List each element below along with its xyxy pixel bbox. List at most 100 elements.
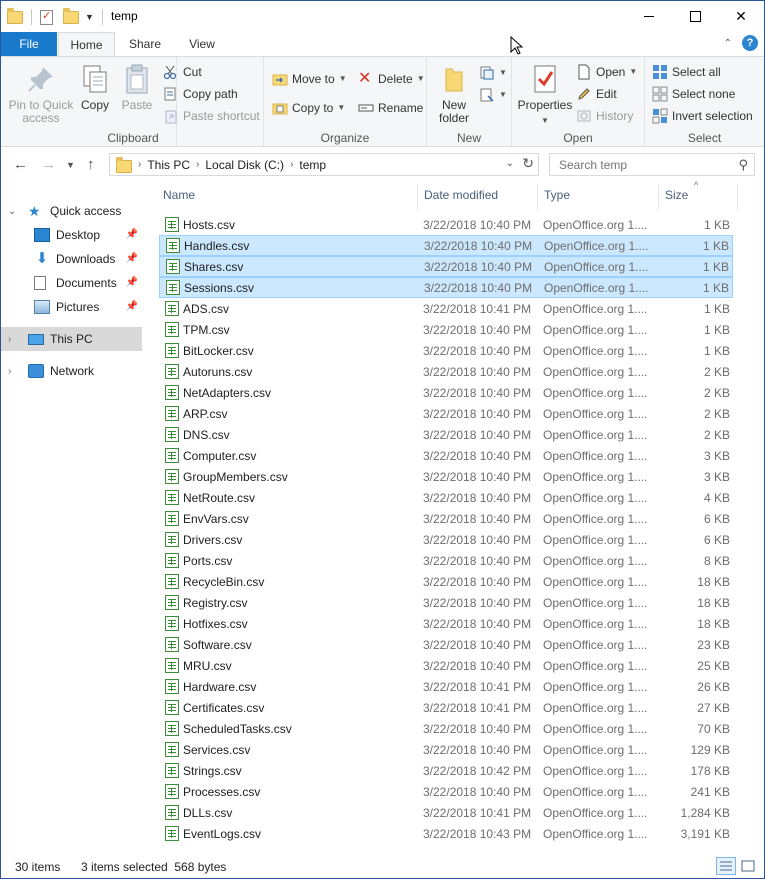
file-row[interactable]: EventLogs.csv 3/22/2018 10:43 PM OpenOffic… [159,823,733,844]
collapse-ribbon-icon[interactable]: ⌃ [724,38,732,49]
file-row[interactable]: ScheduledTasks.csv 3/22/2018 10:40 PM Open… [159,718,733,739]
file-row[interactable]: Hosts.csv 3/22/2018 10:40 PM OpenOffice.or… [159,214,733,235]
column-separator[interactable] [537,184,538,210]
file-row[interactable]: Hotfixes.csv 3/22/2018 10:40 PM OpenOffice… [159,613,733,634]
search-icon[interactable]: ⚲ [738,157,748,173]
pin-icon[interactable]: 📌 [126,253,138,264]
file-row[interactable]: Sessions.csv 3/22/2018 10:40 PM OpenOffice… [159,277,733,298]
file-row[interactable]: DLLs.csv 3/22/2018 10:41 PM OpenOffice.org… [159,802,733,823]
paste-shortcut-button[interactable]: Paste shortcut [163,106,260,126]
file-name[interactable]: Services.csv [183,743,250,757]
file-row[interactable]: Software.csv 3/22/2018 10:40 PM OpenOffice… [159,634,733,655]
file-name[interactable]: GroupMembers.csv [183,470,288,484]
file-row[interactable]: Processes.csv 3/22/2018 10:40 PM OpenOffic… [159,781,733,802]
paste-button[interactable]: Paste [117,63,157,112]
file-row[interactable]: EnvVars.csv 3/22/2018 10:40 PM OpenOffice.… [159,508,733,529]
file-name[interactable]: NetAdapters.csv [183,386,271,400]
file-name[interactable]: Hosts.csv [183,218,235,232]
copy-to-button[interactable]: Copy to ▼ [272,98,345,118]
file-name[interactable]: BitLocker.csv [183,344,254,358]
pin-to-quick-access-button[interactable]: Pin to Quick access [7,63,75,125]
address-bar[interactable]: › This PC › Local Disk (C:) › temp ⌄ ↻ [109,153,539,176]
file-name[interactable]: TPM.csv [183,323,230,337]
breadcrumb-this-pc[interactable]: This PC [147,158,190,172]
breadcrumb-separator[interactable]: › [138,159,141,170]
copy-button[interactable]: Copy [77,63,113,112]
file-name[interactable]: Processes.csv [183,785,260,799]
file-name[interactable]: ARP.csv [183,407,227,421]
file-name[interactable]: Handles.csv [184,239,249,253]
file-name[interactable]: Registry.csv [183,596,247,610]
breadcrumb-separator[interactable]: › [196,159,199,170]
nav-quick-access[interactable]: ⌄ ★ Quick access [1,199,142,223]
nav-this-pc[interactable]: › This PC [1,327,142,351]
column-separator[interactable] [737,184,738,210]
file-row[interactable]: Registry.csv 3/22/2018 10:40 PM OpenOffice… [159,592,733,613]
file-name[interactable]: Hardware.csv [183,680,256,694]
expand-icon[interactable]: › [8,334,20,345]
file-row[interactable]: Ports.csv 3/22/2018 10:40 PM OpenOffice.or… [159,550,733,571]
file-row[interactable]: Services.csv 3/22/2018 10:40 PM OpenOffice… [159,739,733,760]
address-dropdown-icon[interactable]: ⌄ [506,158,514,169]
file-row[interactable]: Handles.csv 3/22/2018 10:40 PM OpenOffice.… [159,235,733,256]
nav-downloads[interactable]: ⬇ Downloads 📌 [1,247,142,271]
customize-qat-icon[interactable]: ▼ [85,12,94,22]
file-name[interactable]: Computer.csv [183,449,256,463]
file-row[interactable]: Hardware.csv 3/22/2018 10:41 PM OpenOffice… [159,676,733,697]
file-row[interactable]: ARP.csv 3/22/2018 10:40 PM OpenOffice.org … [159,403,733,424]
file-row[interactable]: GroupMembers.csv 3/22/2018 10:40 PM OpenOf… [159,466,733,487]
help-icon[interactable]: ? [742,35,758,51]
nav-desktop[interactable]: Desktop 📌 [1,223,142,247]
file-name[interactable]: RecycleBin.csv [183,575,264,589]
file-name[interactable]: EventLogs.csv [183,827,261,841]
maximize-button[interactable] [672,1,718,32]
pin-icon[interactable]: 📌 [126,229,138,240]
file-row[interactable]: NetRoute.csv 3/22/2018 10:40 PM OpenOffice… [159,487,733,508]
file-name[interactable]: EnvVars.csv [183,512,249,526]
nav-network[interactable]: › Network [1,359,142,383]
file-row[interactable]: Computer.csv 3/22/2018 10:40 PM OpenOffice… [159,445,733,466]
new-item-button[interactable]: ▼ [479,63,507,83]
file-name[interactable]: DLLs.csv [183,806,232,820]
expand-icon[interactable]: › [8,366,20,377]
breadcrumb-separator[interactable]: › [290,159,293,170]
file-row[interactable]: NetAdapters.csv 3/22/2018 10:40 PM OpenOff… [159,382,733,403]
cut-button[interactable]: Cut [163,62,202,82]
column-header-type[interactable]: Type [544,182,570,208]
file-name[interactable]: ScheduledTasks.csv [183,722,292,736]
file-row[interactable]: Strings.csv 3/22/2018 10:42 PM OpenOffice.… [159,760,733,781]
easy-access-button[interactable]: ▼ [479,85,507,105]
file-name[interactable]: DNS.csv [183,428,230,442]
forward-arrow-icon[interactable]: → [41,156,56,173]
properties-icon[interactable] [40,9,53,25]
file-name[interactable]: Sessions.csv [184,281,254,295]
file-name[interactable]: Autoruns.csv [183,365,252,379]
move-to-button[interactable]: Move to ▼ [272,69,347,89]
edit-button[interactable]: Edit [576,84,617,104]
new-folder-icon[interactable] [63,7,79,24]
file-row[interactable]: RecycleBin.csv 3/22/2018 10:40 PM OpenOffi… [159,571,733,592]
new-folder-button[interactable]: New folder [433,63,475,125]
invert-selection-button[interactable]: Invert selection [652,106,753,126]
column-separator[interactable] [658,184,659,210]
file-row[interactable]: DNS.csv 3/22/2018 10:40 PM OpenOffice.org … [159,424,733,445]
file-name[interactable]: Certificates.csv [183,701,264,715]
file-row[interactable]: Shares.csv 3/22/2018 10:40 PM OpenOffice.o… [159,256,733,277]
column-header-size[interactable]: Size [665,182,688,208]
tab-file[interactable]: File [1,32,57,56]
tab-view[interactable]: View [177,32,227,56]
column-separator[interactable] [417,184,418,210]
minimize-button[interactable] [626,1,672,32]
file-name[interactable]: ADS.csv [183,302,229,316]
open-button[interactable]: Open ▼ [576,62,637,82]
file-row[interactable]: TPM.csv 3/22/2018 10:40 PM OpenOffice.org … [159,319,733,340]
large-icons-view-button[interactable] [738,857,758,875]
file-row[interactable]: Drivers.csv 3/22/2018 10:40 PM OpenOffice.… [159,529,733,550]
delete-button[interactable]: ✕ Delete ▼ [358,69,425,89]
file-row[interactable]: Autoruns.csv 3/22/2018 10:40 PM OpenOffice… [159,361,733,382]
file-row[interactable]: BitLocker.csv 3/22/2018 10:40 PM OpenOffic… [159,340,733,361]
column-header-name[interactable]: Name [163,182,195,208]
copy-path-button[interactable]: Copy path [163,84,238,104]
file-row[interactable]: ADS.csv 3/22/2018 10:41 PM OpenOffice.org … [159,298,733,319]
breadcrumb-temp[interactable]: temp [299,158,326,172]
